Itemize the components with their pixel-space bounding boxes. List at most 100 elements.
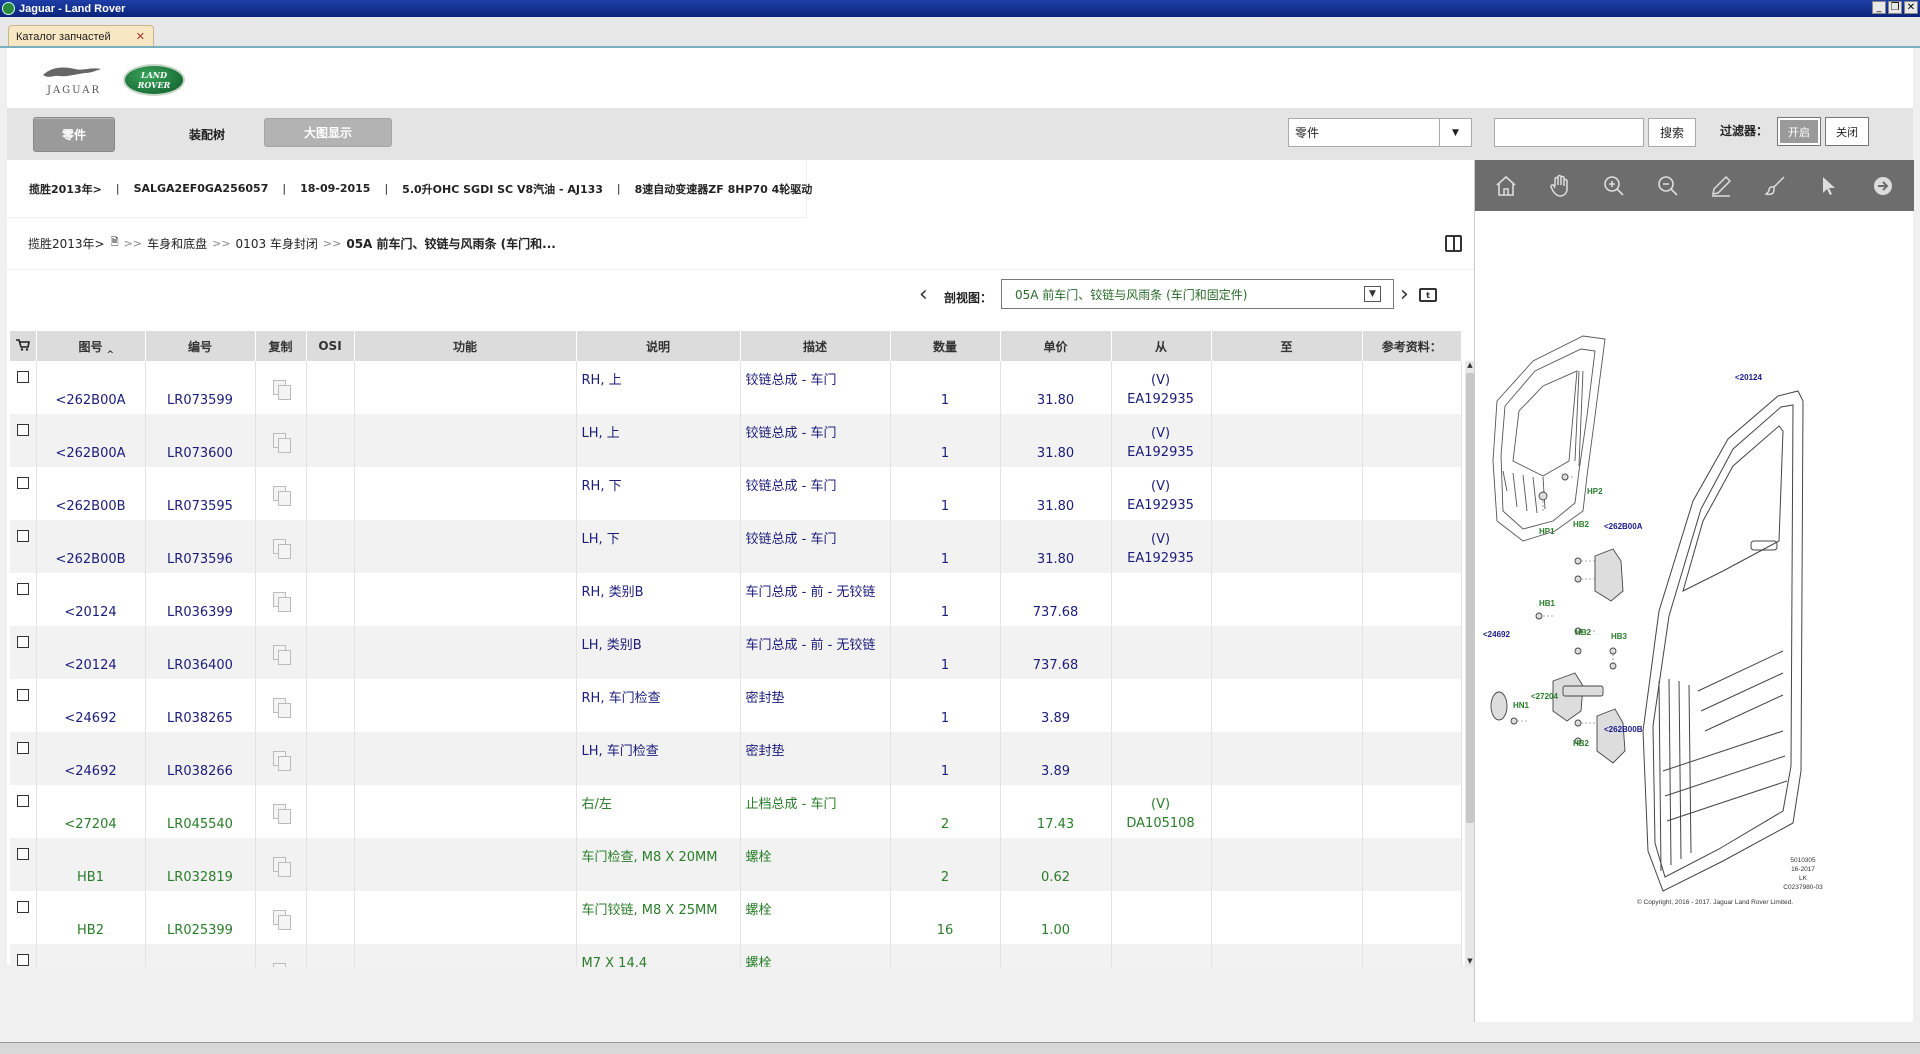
- cell-part[interactable]: [145, 944, 256, 967]
- diagram-callout[interactable]: HB2: [1573, 739, 1590, 748]
- row-checkbox[interactable]: [16, 848, 29, 860]
- diagram-callout[interactable]: HN1: [1513, 701, 1530, 710]
- breadcrumb-root[interactable]: 揽胜2013年>: [28, 235, 105, 252]
- table-row[interactable]: <262B00B LR073596 LH, 下铰链总成 - 车门 1 31.80 (V) …: [10, 520, 1462, 573]
- copy-icon[interactable]: [272, 645, 291, 665]
- tab-parts-catalog[interactable]: Каталог запчастей ✕: [8, 25, 154, 47]
- filter-off-button[interactable]: 关闭: [1825, 117, 1869, 146]
- arrow-right-icon[interactable]: [1870, 173, 1896, 199]
- table-row[interactable]: <20124 LR036399 RH, 类别B 车门总成 - 前 - 无铰链 1 737.…: [10, 573, 1462, 626]
- row-checkbox[interactable]: [16, 530, 29, 542]
- copy-icon[interactable]: [272, 380, 291, 400]
- tab-close-icon[interactable]: ✕: [136, 30, 145, 43]
- cell-fig[interactable]: <24692: [36, 679, 146, 732]
- folder-icon[interactable]: t: [1419, 288, 1437, 302]
- cell-fig[interactable]: <262B00A: [36, 414, 146, 467]
- pencil-icon[interactable]: [1708, 173, 1734, 199]
- cell-part[interactable]: LR038265: [145, 679, 256, 732]
- table-row[interactable]: M7 X 14.4 螺栓: [10, 944, 1462, 967]
- cell-part[interactable]: LR073599: [145, 361, 256, 414]
- table-row[interactable]: <262B00B LR073595 RH, 下铰链总成 - 车门 1 31.80 (V) …: [10, 467, 1462, 520]
- previous-view-icon[interactable]: ‹: [919, 282, 928, 307]
- search-input[interactable]: [1494, 118, 1644, 147]
- copy-icon[interactable]: [272, 486, 291, 506]
- copy-icon[interactable]: [272, 857, 291, 877]
- cell-fig[interactable]: HB2: [36, 891, 146, 944]
- table-row[interactable]: <262B00A LR073599 RH, 上铰链总成 - 车门 1 31.80 (V) …: [10, 361, 1462, 414]
- parts-button[interactable]: 零件: [33, 117, 115, 152]
- large-view-button[interactable]: 大图显示: [264, 118, 392, 147]
- copy-icon[interactable]: [272, 433, 291, 453]
- exploded-door-diagram[interactable]: <20124 HP2 HP1 HB2 <262B00A HB1 HB2 HB3 <24692 <2…: [1483, 211, 1908, 1019]
- row-checkbox[interactable]: [16, 424, 29, 436]
- breadcrumb-level1[interactable]: 车身和底盘: [147, 235, 207, 252]
- row-checkbox[interactable]: [16, 371, 29, 383]
- diagram-callout[interactable]: HB3: [1611, 632, 1628, 641]
- diagram-callout[interactable]: HP1: [1539, 527, 1555, 536]
- cell-part[interactable]: LR073595: [145, 467, 256, 520]
- sort-up-icon[interactable]: ^: [107, 350, 115, 360]
- row-checkbox[interactable]: [16, 477, 29, 489]
- cell-part[interactable]: LR045540: [145, 785, 256, 838]
- copy-icon[interactable]: [272, 592, 291, 612]
- diagram-callout[interactable]: <262B00A: [1604, 522, 1643, 531]
- cell-fig[interactable]: <262B00B: [36, 467, 146, 520]
- cell-part[interactable]: LR073600: [145, 414, 256, 467]
- table-row[interactable]: HB2 LR025399 车门铰链, M8 X 25MM 螺栓 16 1.00: [10, 891, 1462, 944]
- document-icon[interactable]: 🗎: [111, 235, 119, 252]
- cell-part[interactable]: LR032819: [145, 838, 256, 891]
- row-checkbox[interactable]: [16, 636, 29, 648]
- row-checkbox[interactable]: [16, 689, 29, 701]
- cell-fig[interactable]: <262B00A: [36, 361, 146, 414]
- copy-icon[interactable]: [272, 539, 291, 559]
- diagram-callout[interactable]: HB2: [1575, 628, 1592, 637]
- diagram-callout[interactable]: HB1: [1539, 599, 1556, 608]
- brush-icon[interactable]: [1762, 173, 1788, 199]
- search-button[interactable]: 搜索: [1648, 118, 1696, 147]
- chevron-down-icon[interactable]: ▼: [1439, 119, 1471, 146]
- row-checkbox[interactable]: [16, 742, 29, 754]
- cell-fig[interactable]: <24692: [36, 732, 146, 785]
- copy-icon[interactable]: [272, 698, 291, 718]
- copy-icon[interactable]: [272, 963, 289, 967]
- pointer-icon[interactable]: [1816, 173, 1842, 199]
- split-view-icon[interactable]: [1445, 235, 1462, 252]
- diagram-callout[interactable]: <24692: [1483, 630, 1510, 639]
- diagram-callout[interactable]: HP2: [1587, 487, 1603, 496]
- row-checkbox[interactable]: [16, 583, 29, 595]
- assembly-tree-button[interactable]: 装配树: [157, 117, 257, 152]
- copy-icon[interactable]: [272, 910, 291, 930]
- cell-fig[interactable]: <20124: [36, 626, 146, 679]
- cell-fig[interactable]: [36, 944, 146, 967]
- diagram-callout[interactable]: <27204: [1531, 692, 1558, 701]
- breadcrumb-level2[interactable]: 0103 车身封闭: [236, 235, 318, 252]
- zoom-in-icon[interactable]: [1601, 173, 1627, 199]
- minimize-button[interactable]: _: [1872, 1, 1886, 14]
- cell-fig[interactable]: <27204: [36, 785, 146, 838]
- row-checkbox[interactable]: [16, 795, 29, 807]
- scroll-thumb[interactable]: [1466, 373, 1474, 823]
- cell-fig[interactable]: <262B00B: [36, 520, 146, 573]
- search-type-select[interactable]: 零件 ▼: [1288, 118, 1472, 147]
- restore-button[interactable]: ❐: [1888, 1, 1902, 14]
- row-checkbox[interactable]: [16, 954, 29, 966]
- cell-part[interactable]: LR038266: [145, 732, 256, 785]
- home-icon[interactable]: [1493, 173, 1519, 199]
- table-row[interactable]: HB1 LR032819 车门检查, M8 X 20MM 螺栓 2 0.62: [10, 838, 1462, 891]
- filter-on-button[interactable]: 开启: [1777, 117, 1821, 146]
- col-fig[interactable]: 图号 ^: [36, 331, 146, 361]
- table-row[interactable]: <27204 LR045540 右/左 止档总成 - 车门 2 17.43 (V) DA10…: [10, 785, 1462, 838]
- table-row[interactable]: <24692 LR038266 LH, 车门检查 密封垫 1 3.89: [10, 732, 1462, 785]
- cell-fig[interactable]: <20124: [36, 573, 146, 626]
- hand-icon[interactable]: [1547, 173, 1573, 199]
- diagram-callout[interactable]: <262B00B: [1604, 725, 1643, 734]
- cart-icon[interactable]: [10, 331, 37, 361]
- table-row[interactable]: <262B00A LR073600 LH, 上铰链总成 - 车门 1 31.80 (V) …: [10, 414, 1462, 467]
- cell-part[interactable]: LR073596: [145, 520, 256, 573]
- zoom-out-icon[interactable]: [1655, 173, 1681, 199]
- chevron-down-icon[interactable]: ▼: [1364, 286, 1381, 302]
- cell-part[interactable]: LR036399: [145, 573, 256, 626]
- cell-part[interactable]: LR036400: [145, 626, 256, 679]
- copy-icon[interactable]: [272, 751, 291, 771]
- view-select[interactable]: 05A 前车门、铰链与风雨条 (车门和固定件) ▼: [1001, 279, 1394, 309]
